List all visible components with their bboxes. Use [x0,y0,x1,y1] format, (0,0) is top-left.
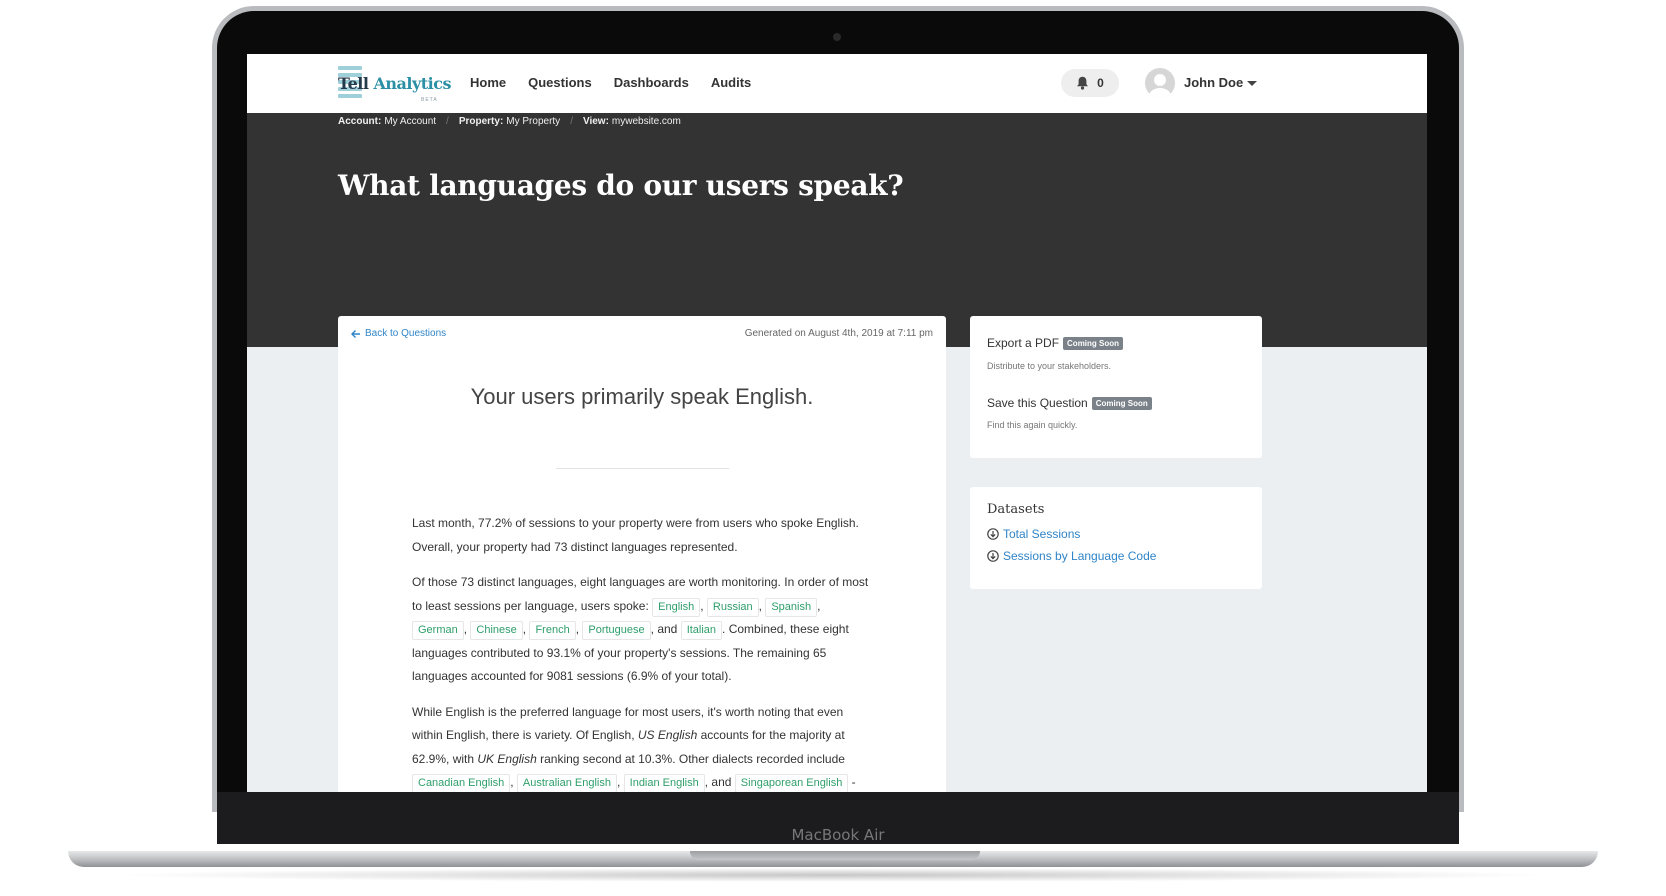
dialect-tag-australian[interactable]: Australian English [516,774,617,792]
laptop-shadow [110,868,1556,882]
export-pdf-action[interactable]: Export a PDF Coming Soon [987,336,1124,350]
breadcrumb-view[interactable]: View: mywebsite.com [583,116,681,127]
paragraph-languages: Of those 73 distinct languages, eight la… [412,575,869,683]
report-headline: Your users primarily speak English. [470,384,814,409]
download-circle-icon [987,528,999,540]
user-menu-name[interactable]: John Doe [1184,75,1243,90]
language-tag-russian[interactable]: Russian [706,597,759,617]
dataset-link-sessions-by-language[interactable]: Sessions by Language Code [987,549,1156,563]
laptop-base-notch [690,851,980,860]
nav-link-home[interactable]: Home [470,75,506,90]
language-tag-german[interactable]: German [412,621,464,640]
save-question-action[interactable]: Save this Question Coming Soon [987,396,1152,410]
generated-timestamp: Generated on August 4th, 2019 at 7:11 pm [744,328,933,339]
breadcrumb-separator: / [446,116,449,127]
language-tag-english[interactable]: English [652,597,701,617]
breadcrumb: Account: My Account / Property: My Propert… [338,116,681,127]
nav-link-audits[interactable]: Audits [711,75,751,90]
download-circle-icon [987,550,999,562]
logo-word-1: Tell [338,74,369,93]
back-link-label: Back to Questions [365,328,447,339]
coming-soon-badge: Coming Soon [1063,336,1124,350]
back-to-questions-link[interactable]: Back to Questions [351,328,446,339]
datasets-title: Datasets [987,502,1045,517]
avatar[interactable] [1145,68,1175,98]
language-tag-spanish[interactable]: Spanish [765,597,818,617]
language-tag-portuguese[interactable]: Portuguese [582,621,651,640]
report-card: Back to Questions Generated on August 4t… [338,316,946,792]
arrow-left-icon [351,329,360,338]
language-tag-french[interactable]: French [529,621,576,640]
notifications-button[interactable]: 0 [1061,69,1119,97]
logo-word-2: Analytics [373,74,451,93]
dataset-link-total-sessions[interactable]: Total Sessions [987,527,1080,541]
page-title: What languages do our users speak? [338,169,904,202]
report-body: Last month, 77.2% of sessions to your pr… [412,512,872,792]
dialect-tag-singaporean[interactable]: Singaporean English [734,774,849,792]
breadcrumb-account[interactable]: Account: My Account [338,116,436,127]
actions-card: Export a PDF Coming Soon Distribute to y… [970,316,1262,458]
top-navbar: Tell Analytics BETA Home Questions Dashb… [247,54,1427,113]
user-silhouette-icon [1149,74,1171,98]
notification-count: 0 [1097,76,1104,90]
device-brand-label: MacBook Air [791,826,885,844]
screen: Tell Analytics BETA Home Questions Dashb… [247,54,1427,792]
language-tag-italian[interactable]: Italian [680,621,723,640]
logo-beta-badge: BETA [421,97,438,103]
nav-link-questions[interactable]: Questions [528,75,592,90]
divider [556,468,729,469]
language-tag-chinese[interactable]: Chinese [470,621,523,640]
main-nav: Home Questions Dashboards Audits [470,75,751,90]
page-header-band [247,113,1427,347]
export-pdf-description: Distribute to your stakeholders. [987,361,1112,371]
camera-icon [833,33,841,41]
breadcrumb-property[interactable]: Property: My Property [459,116,560,127]
dialect-tag-indian[interactable]: Indian English [623,774,705,792]
logo-text: Tell Analytics [338,74,451,93]
nav-link-dashboards[interactable]: Dashboards [614,75,689,90]
paragraph-summary: Last month, 77.2% of sessions to your pr… [412,516,859,554]
datasets-card: Datasets Total Sessions Sessions by Lang… [970,487,1262,589]
dialect-tag-canadian[interactable]: Canadian English [412,774,511,792]
logo[interactable]: Tell Analytics BETA [338,63,451,105]
bell-icon [1077,76,1089,90]
breadcrumb-separator: / [570,116,573,127]
coming-soon-badge: Coming Soon [1091,396,1152,410]
chevron-down-icon[interactable] [1247,81,1257,86]
paragraph-dialects: While English is the preferred language … [412,701,872,792]
save-question-description: Find this again quickly. [987,420,1078,430]
